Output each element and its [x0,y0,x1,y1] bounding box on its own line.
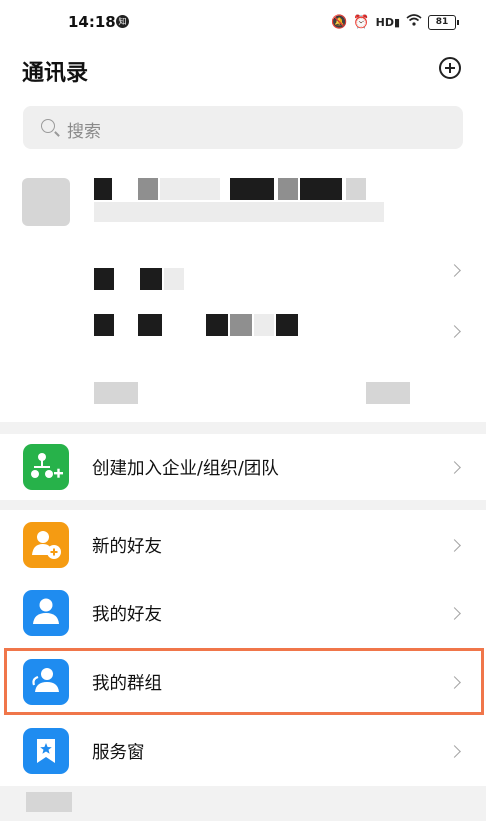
redacted-block [94,314,114,336]
search-placeholder: 搜索 [67,122,101,142]
redacted-block [94,178,112,200]
menu-item-service-window[interactable]: 服务窗 [0,718,486,784]
redacted-block [94,382,138,404]
redacted-block [230,178,274,200]
highlight-box [4,648,484,715]
search-icon [41,119,55,133]
redacted-block [94,202,384,222]
redacted-block [26,792,72,812]
menu-item-label: 服务窗 [92,743,145,763]
menu-item-label: 创建加入企业/组织/团队 [92,459,279,479]
redacted-block [164,268,184,290]
menu-item-my-friends[interactable]: 我的好友 [0,580,486,646]
redacted-block [140,268,162,290]
avatar [22,178,70,226]
redacted-block [160,178,220,200]
hd-signal-icon: HD▮ [375,15,400,29]
chevron-right-icon [448,325,461,338]
person-icon [23,590,69,636]
page-title: 通讯录 [22,61,89,86]
status-icons: 🔕 ⏰ HD▮ 81 [331,13,459,31]
menu-item-new-friends[interactable]: 新的好友 [0,512,486,578]
chevron-right-icon [448,461,461,474]
menu-item-label: 我的好友 [92,605,162,625]
wifi-icon [406,14,422,30]
bookmark-star-icon [23,728,69,774]
add-friend-icon [23,522,69,568]
chevron-right-icon [448,539,461,552]
add-org-icon [23,444,69,490]
search-input[interactable]: 搜索 [23,106,463,149]
status-bar: 14:18 知 🔕 ⏰ HD▮ 81 [0,0,486,48]
redacted-block [276,314,298,336]
redacted-block [138,314,162,336]
chevron-right-icon [448,264,461,277]
notification-badge: 知 [116,15,129,28]
redacted-block [278,178,298,200]
redacted-block [206,314,228,336]
section-divider [0,786,486,821]
section-divider [0,422,486,434]
redacted-block [254,314,274,336]
battery-icon: 81 [428,14,459,30]
redacted-block [138,178,158,200]
redacted-block [366,382,410,404]
menu-item-label: 新的好友 [92,537,162,557]
section-divider [0,500,486,510]
mute-icon: 🔕 [331,14,348,30]
redacted-block [94,268,114,290]
status-time: 14:18 [68,13,116,31]
redacted-block [346,178,366,200]
chevron-right-icon [448,607,461,620]
chevron-right-icon [448,745,461,758]
alarm-icon: ⏰ [353,14,370,30]
menu-item-create-org[interactable]: 创建加入企业/组织/团队 [0,434,486,500]
plus-circle-icon[interactable] [439,57,461,79]
redacted-block [230,314,252,336]
redacted-block [300,178,342,200]
